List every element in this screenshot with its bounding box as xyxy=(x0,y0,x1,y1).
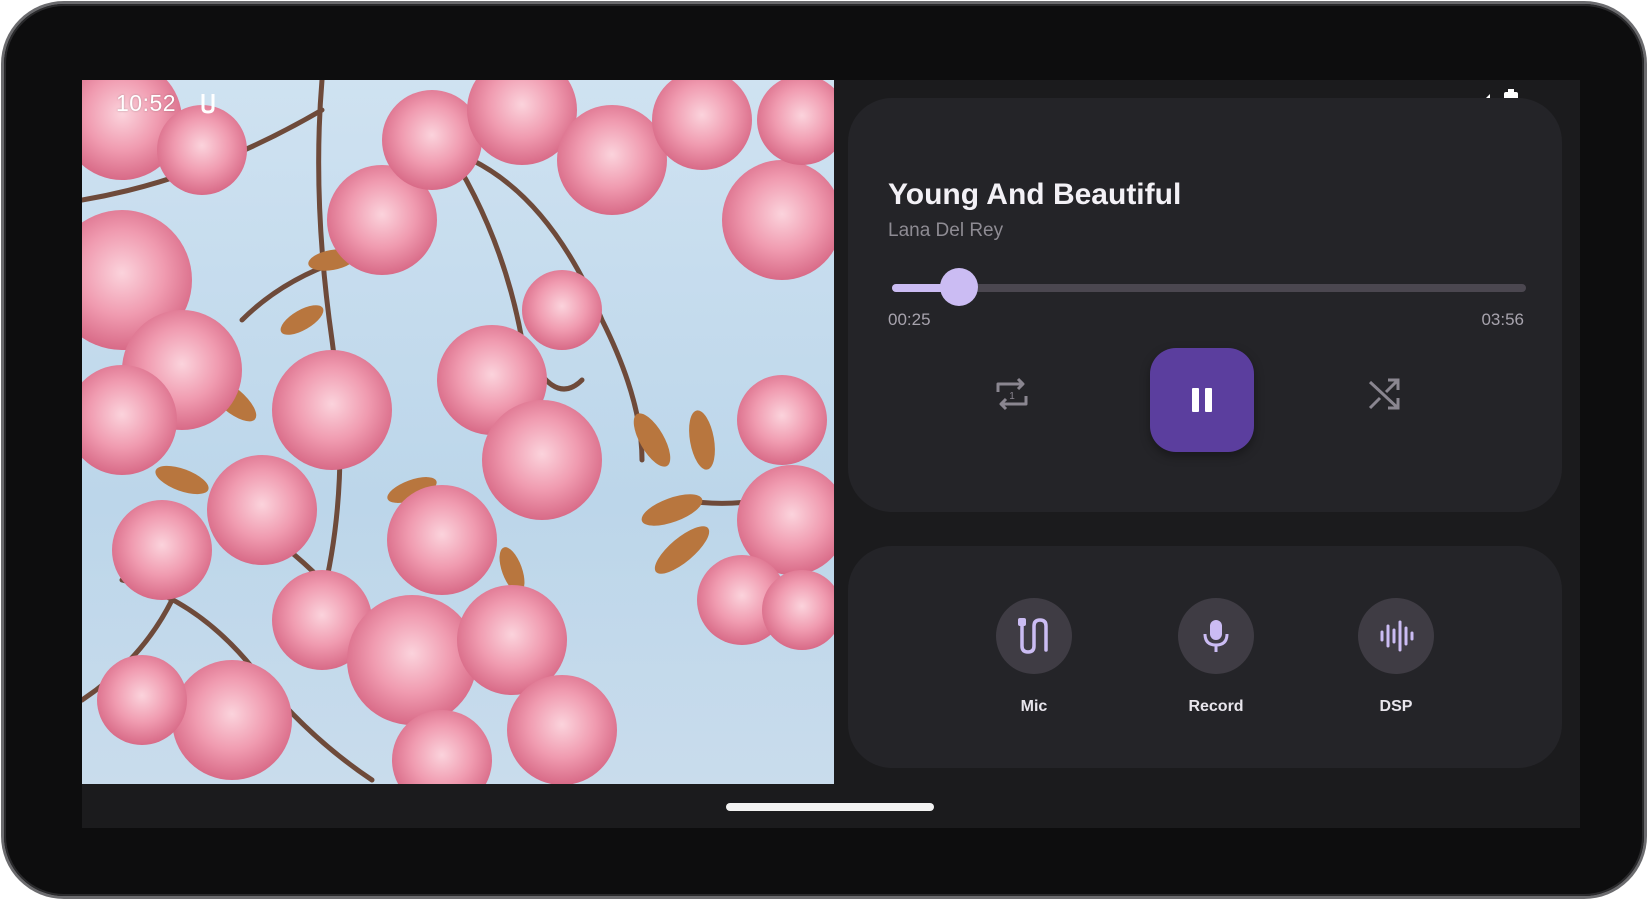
elapsed-time: 00:25 xyxy=(888,310,931,329)
record-control[interactable]: Record xyxy=(1156,598,1276,716)
song-title: Young And Beautiful xyxy=(888,178,1182,211)
pause-icon xyxy=(1192,388,1212,412)
dsp-label: DSP xyxy=(1379,698,1413,715)
now-playing-card: Young And Beautiful Lana Del Rey 00:25 0… xyxy=(848,98,1562,512)
seek-bar-thumb[interactable] xyxy=(940,268,979,306)
record-label: Record xyxy=(1188,698,1244,715)
dsp-control[interactable]: DSP xyxy=(1336,598,1456,716)
home-gesture-handle[interactable] xyxy=(726,803,934,811)
mic-control[interactable]: Mic xyxy=(974,598,1094,716)
audio-notification-icon xyxy=(200,90,216,121)
mic-cable-icon xyxy=(1018,618,1048,654)
mic-button[interactable] xyxy=(996,598,1072,674)
pause-button[interactable] xyxy=(1150,348,1254,452)
microphone-icon xyxy=(1203,620,1229,652)
screen: 10:52 Young And Beautiful Lana Del Rey 0… xyxy=(82,80,1580,828)
audio-controls-card: Mic Record DSP xyxy=(848,546,1562,768)
mic-label: Mic xyxy=(1020,698,1048,715)
status-time: 10:52 xyxy=(116,90,177,116)
album-art-photo xyxy=(82,80,834,784)
svg-text:1: 1 xyxy=(1009,391,1015,402)
repeat-one-icon: 1 xyxy=(996,377,1028,411)
shuffle-button[interactable] xyxy=(1360,370,1408,418)
seek-bar[interactable] xyxy=(892,268,1526,306)
total-duration: 03:56 xyxy=(1481,310,1524,329)
shuffle-icon xyxy=(1368,378,1400,410)
tablet-frame: 10:52 Young And Beautiful Lana Del Rey 0… xyxy=(4,4,1644,896)
waveform-icon xyxy=(1380,620,1414,652)
navigation-bar xyxy=(82,784,1580,828)
record-button[interactable] xyxy=(1178,598,1254,674)
song-artist: Lana Del Rey xyxy=(888,220,1004,241)
repeat-button[interactable]: 1 xyxy=(988,370,1036,418)
dsp-button[interactable] xyxy=(1358,598,1434,674)
